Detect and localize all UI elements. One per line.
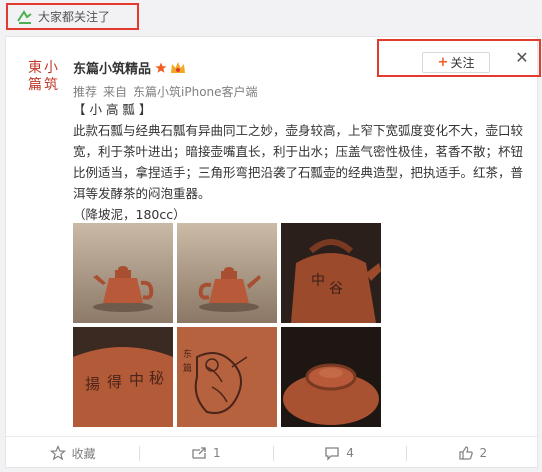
recommendation-highlight[interactable]: 大家都关注了	[6, 3, 139, 30]
post-source[interactable]: 东篇小筑iPhone客户端	[133, 83, 258, 100]
avatar[interactable]: 東 小 篇 筑	[24, 55, 64, 95]
follow-highlight: + 关注 ✕	[377, 39, 541, 77]
svg-text:篇: 篇	[183, 362, 192, 374]
page: 大家都关注了 東 小 篇 筑 东篇小筑精品 推荐 来自 东篇小筑iPhone客户…	[0, 0, 542, 472]
forward-icon	[192, 447, 206, 459]
forward-count: 1	[213, 446, 221, 460]
member-crown-icon[interactable]	[170, 61, 186, 75]
svg-text:東: 東	[28, 60, 42, 76]
recommendation-label: 大家都关注了	[38, 10, 111, 24]
thumbs-up-icon	[458, 446, 473, 460]
author-name[interactable]: 东篇小筑精品	[73, 58, 151, 77]
forward-button[interactable]: 1	[139, 437, 272, 470]
like-button[interactable]: 2	[405, 437, 539, 470]
svg-text:东: 东	[183, 348, 192, 360]
recommendation-bar: 大家都关注了	[0, 0, 542, 36]
plus-icon: +	[437, 55, 449, 70]
favorite-button[interactable]: 收藏	[6, 437, 139, 470]
post-card: 東 小 篇 筑 东篇小筑精品 推荐 来自 东篇小筑iPhone客户端 + 关注	[5, 36, 541, 469]
svg-text:揚: 揚	[85, 375, 100, 393]
post-title: 【 小 高 瓢 】	[73, 102, 152, 117]
star-outline-icon	[49, 445, 66, 461]
photo-teapot-side[interactable]	[177, 223, 277, 323]
photo-teapot-engraving[interactable]: 东 篇	[177, 327, 277, 427]
svg-text:得: 得	[107, 373, 122, 391]
action-bar: 收藏 1 4 2	[6, 436, 539, 469]
follow-button[interactable]: + 关注	[422, 52, 490, 73]
post-body: 此款石瓢与经典石瓢有异曲同工之妙，壶身较高，上窄下宽弧度变化不大，壶口较宽，利于…	[73, 123, 524, 201]
star-icon	[155, 62, 167, 73]
post-content: 【 小 高 瓢 】 此款石瓢与经典石瓢有异曲同工之妙，壶身较高，上窄下宽弧度变化…	[73, 99, 528, 225]
photo-teapot-lid[interactable]	[281, 327, 381, 427]
eye-icon	[17, 9, 32, 24]
follow-label: 关注	[450, 56, 475, 70]
comment-count: 4	[346, 446, 354, 460]
author-row: 东篇小筑精品	[73, 58, 186, 77]
svg-text:筑: 筑	[44, 77, 58, 93]
svg-text:中: 中	[129, 371, 144, 389]
svg-text:秘: 秘	[149, 369, 164, 387]
comment-icon	[325, 447, 339, 461]
photo-gallery: 中 谷 揚 得 中 秘 东 篇	[73, 223, 393, 427]
photo-teapot-closeup-text[interactable]: 揚 得 中 秘	[73, 327, 173, 427]
like-count: 2	[479, 446, 488, 460]
recommend-tag: 推荐	[73, 85, 98, 99]
source-prefix: 来自	[103, 85, 128, 99]
post-meta: 推荐 来自 东篇小筑iPhone客户端	[73, 83, 258, 100]
svg-text:小: 小	[44, 60, 58, 76]
close-icon[interactable]: ✕	[513, 49, 531, 67]
svg-text:篇: 篇	[28, 77, 42, 93]
favorite-label: 收藏	[71, 446, 96, 461]
photo-teapot-front[interactable]	[73, 223, 173, 323]
comment-button[interactable]: 4	[272, 437, 406, 470]
post-spec: （降坡泥，180cc）	[73, 207, 186, 222]
svg-text:谷: 谷	[329, 281, 343, 297]
svg-text:中: 中	[311, 273, 325, 289]
photo-teapot-dark[interactable]: 中 谷	[281, 223, 381, 323]
